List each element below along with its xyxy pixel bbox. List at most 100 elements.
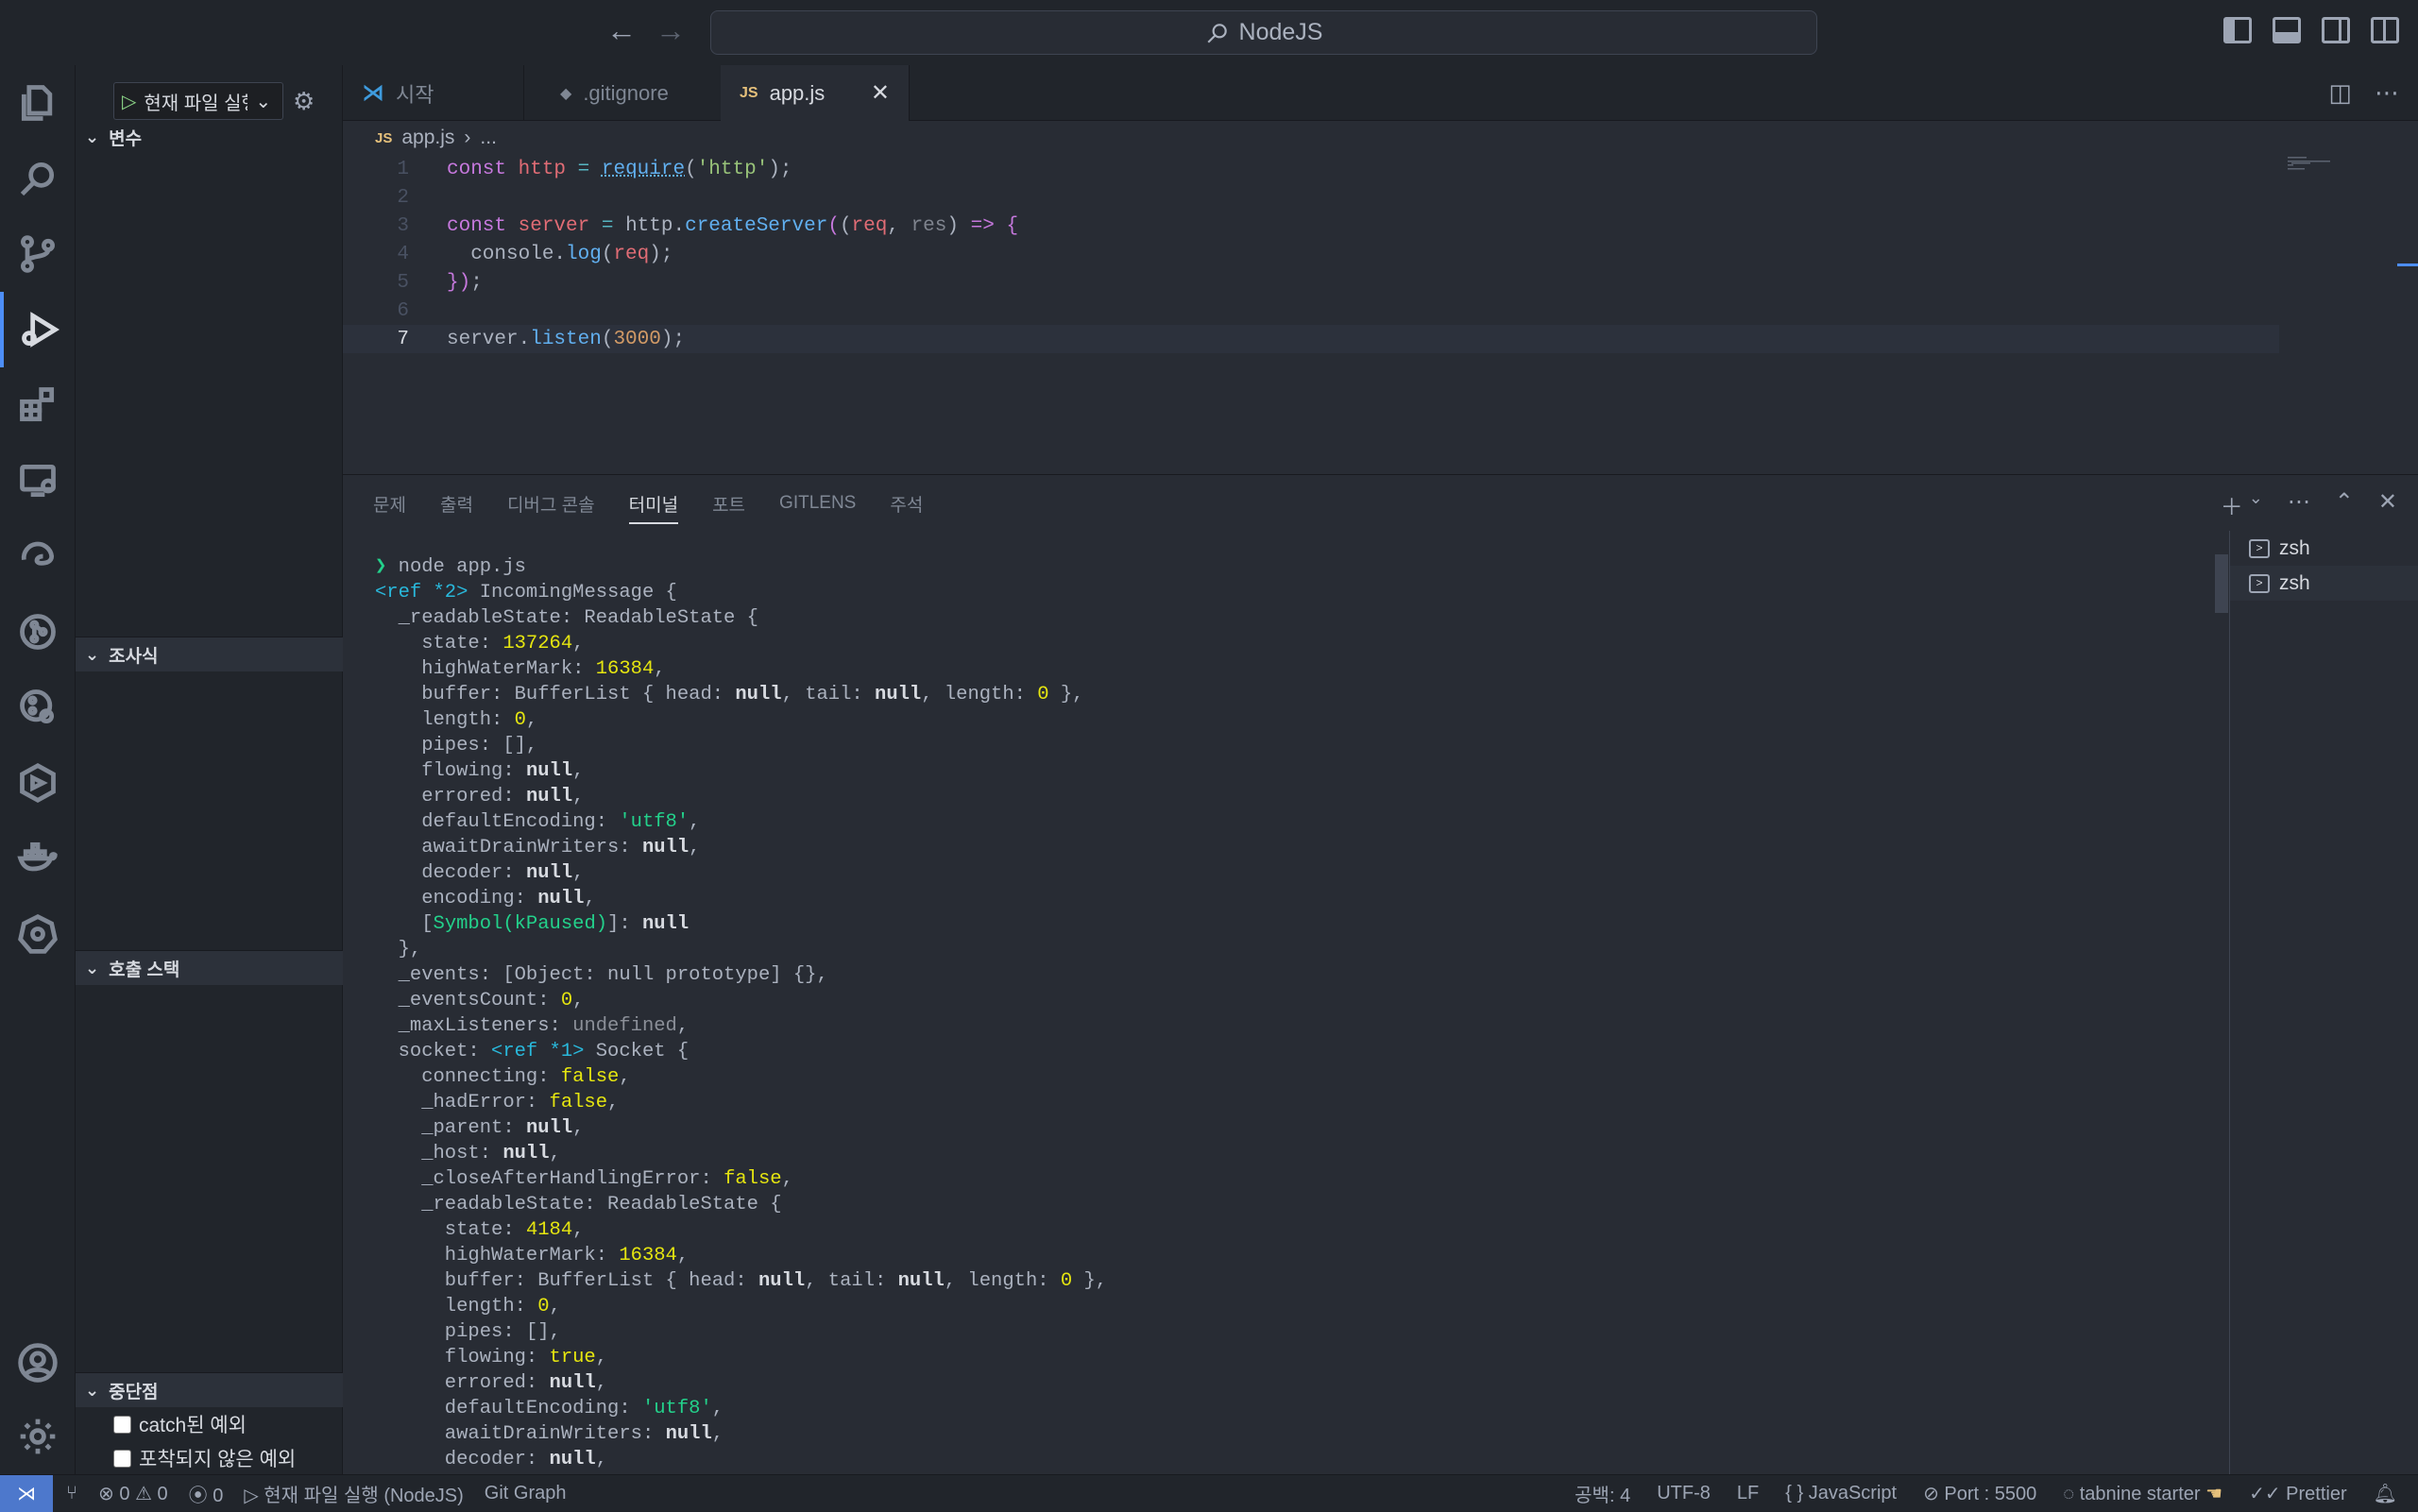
- code-text: const server = http.createServer((req, r…: [447, 215, 1018, 237]
- remote-indicator-icon[interactable]: ⋊: [0, 1475, 53, 1512]
- prettier-status[interactable]: ✓✓ Prettier: [2249, 1482, 2347, 1505]
- port-count: 0: [213, 1486, 223, 1506]
- accounts-icon[interactable]: [0, 1325, 76, 1401]
- gitlens-icon[interactable]: [0, 594, 76, 670]
- debug-sidebar: ▷ 현재 파일 실행 ⌄ ⚙ ⌄ 변수 ⌄ 조사식 ⌄ 호출 스택 ⌄ 중단점 catc…: [76, 65, 343, 1474]
- terminal-item[interactable]: > zsh: [2230, 531, 2418, 566]
- language-status[interactable]: { } JavaScript: [1785, 1483, 1897, 1504]
- pointing-hand-icon: ☚: [2205, 1484, 2222, 1504]
- variables-title: 변수: [109, 125, 142, 150]
- git-branch-icon[interactable]: ⑂: [66, 1483, 77, 1504]
- breakpoints-section-header[interactable]: ⌄ 중단점: [76, 1372, 343, 1407]
- title-bar: ← → NodeJS: [0, 0, 2418, 65]
- breadcrumb-file[interactable]: app.js: [401, 127, 454, 149]
- code-text: const http = require('http');: [447, 159, 792, 180]
- terminal-scrollbar[interactable]: [2215, 554, 2228, 613]
- code-line: 5});: [343, 268, 2279, 297]
- js-icon: JS: [740, 85, 758, 102]
- tab-terminal[interactable]: 터미널: [629, 491, 678, 524]
- close-panel-icon[interactable]: ✕: [2378, 488, 2397, 521]
- start-debug-icon[interactable]: ▷: [122, 90, 136, 113]
- code-editor[interactable]: 1 const http = require('http'); 2 3 const …: [343, 155, 2418, 474]
- git-graph-status[interactable]: Git Graph: [485, 1483, 567, 1504]
- toggle-primary-sidebar-icon[interactable]: [2223, 17, 2252, 43]
- line-number: 4: [343, 244, 409, 265]
- command-center-search[interactable]: NodeJS: [710, 10, 1817, 55]
- callstack-section-header[interactable]: ⌄ 호출 스택: [76, 950, 343, 985]
- breakpoint-caught-exceptions[interactable]: catch된 예외: [113, 1409, 247, 1439]
- checkbox[interactable]: [113, 1416, 131, 1434]
- tab-output[interactable]: 출력: [440, 491, 473, 517]
- search-icon: [1205, 21, 1230, 45]
- breakpoints-title: 중단점: [109, 1378, 158, 1403]
- breakpoint-uncaught-exceptions[interactable]: 포착되지 않은 예외: [113, 1443, 296, 1473]
- terminal-output[interactable]: ❯ node app.js <ref *2> IncomingMessage {…: [375, 554, 2217, 1470]
- chevron-down-icon: ⌄: [85, 959, 99, 978]
- line-number: 2: [343, 187, 409, 209]
- toggle-panel-icon[interactable]: [2273, 17, 2301, 43]
- split-editor-icon[interactable]: ◫: [2328, 78, 2352, 108]
- search-icon[interactable]: [0, 141, 76, 216]
- variables-section-header[interactable]: ⌄ 변수: [76, 120, 343, 155]
- remote-explorer-icon[interactable]: [0, 443, 76, 518]
- watch-section-header[interactable]: ⌄ 조사식: [76, 637, 343, 671]
- explorer-icon[interactable]: [0, 65, 76, 141]
- maximize-panel-chevron-up-icon[interactable]: ⌃: [2335, 488, 2354, 521]
- ports-status[interactable]: ⦿ 0: [189, 1480, 224, 1507]
- debug-config-select[interactable]: ▷ 현재 파일 실행 ⌄: [113, 82, 283, 120]
- kubernetes-icon[interactable]: [0, 896, 76, 972]
- customize-layout-icon[interactable]: [2371, 17, 2399, 43]
- tab-debug-console[interactable]: 디버그 콘솔: [507, 491, 595, 517]
- close-tab-icon[interactable]: ✕: [871, 79, 890, 107]
- extensions-icon[interactable]: [0, 367, 76, 443]
- tab-gitlens[interactable]: GITLENS: [779, 493, 856, 514]
- tab-app-js[interactable]: JS app.js ✕: [721, 65, 910, 121]
- indentation-status[interactable]: 공백: 4: [1575, 1480, 1630, 1507]
- more-actions-icon[interactable]: ⋯: [2375, 78, 2399, 108]
- notifications-bell-icon[interactable]: 🔔︎: [2374, 1482, 2397, 1505]
- forward-arrow-icon[interactable]: →: [652, 13, 690, 48]
- more-actions-icon[interactable]: ⋯: [2288, 488, 2310, 521]
- problems-status[interactable]: ⊗ 0 ⚠ 0: [98, 1482, 168, 1505]
- chevron-down-icon[interactable]: ⌄: [2249, 488, 2263, 521]
- tab-problems[interactable]: 문제: [373, 491, 406, 517]
- tab-welcome[interactable]: ⋊ 시작: [343, 65, 524, 121]
- js-icon: JS: [375, 130, 392, 146]
- live-server-status[interactable]: ⊘ Port : 5500: [1923, 1482, 2036, 1505]
- activity-bar: [0, 65, 76, 1474]
- port-label: Port : 5500: [1944, 1484, 2036, 1504]
- tab-gitignore[interactable]: ◆ .gitignore: [541, 65, 730, 121]
- source-control-icon[interactable]: [0, 216, 76, 292]
- testing-icon[interactable]: [0, 745, 76, 821]
- minimap[interactable]: [2286, 155, 2342, 212]
- terminal-icon: >: [2249, 539, 2270, 558]
- bottom-panel: 문제 출력 디버그 콘솔 터미널 포트 GITLENS 주석 ＋ ⌄ ⋯ ⌃ ✕…: [343, 474, 2418, 1474]
- debug-settings-gear-icon[interactable]: ⚙: [293, 87, 315, 116]
- prettier-label: Prettier: [2286, 1484, 2346, 1504]
- breadcrumb: JS app.js › ...: [343, 121, 2418, 155]
- tabnine-status[interactable]: ◌ tabnine starter ☚: [2063, 1482, 2222, 1505]
- run-and-debug-icon[interactable]: [0, 292, 76, 367]
- tab-ports[interactable]: 포트: [712, 491, 745, 517]
- terminal-item-selected[interactable]: > zsh: [2230, 566, 2418, 601]
- tabnine-label: tabnine starter: [2080, 1484, 2201, 1504]
- language-label: JavaScript: [1809, 1483, 1897, 1504]
- tab-comments[interactable]: 주석: [890, 491, 923, 517]
- new-terminal-plus-icon[interactable]: ＋: [2221, 488, 2243, 521]
- eol-status[interactable]: LF: [1737, 1483, 1759, 1504]
- watch-title: 조사식: [109, 642, 158, 668]
- encoding-status[interactable]: UTF-8: [1657, 1483, 1711, 1504]
- chevron-down-icon: ⌄: [85, 645, 99, 665]
- checkbox[interactable]: [113, 1450, 131, 1468]
- breadcrumb-symbol[interactable]: ...: [480, 127, 497, 149]
- edge-devtools-icon[interactable]: [0, 518, 76, 594]
- git-icon: ◆: [560, 84, 571, 103]
- toggle-secondary-sidebar-icon[interactable]: [2322, 17, 2350, 43]
- back-arrow-icon[interactable]: ←: [603, 13, 640, 48]
- tab-label: .gitignore: [583, 81, 669, 106]
- terminal-list: > zsh > zsh: [2229, 531, 2418, 1475]
- gitlens-inspect-icon[interactable]: [0, 670, 76, 745]
- docker-icon[interactable]: [0, 821, 76, 896]
- manage-gear-icon[interactable]: [0, 1399, 76, 1474]
- debug-status[interactable]: ▷ 현재 파일 실행 (NodeJS): [244, 1480, 463, 1507]
